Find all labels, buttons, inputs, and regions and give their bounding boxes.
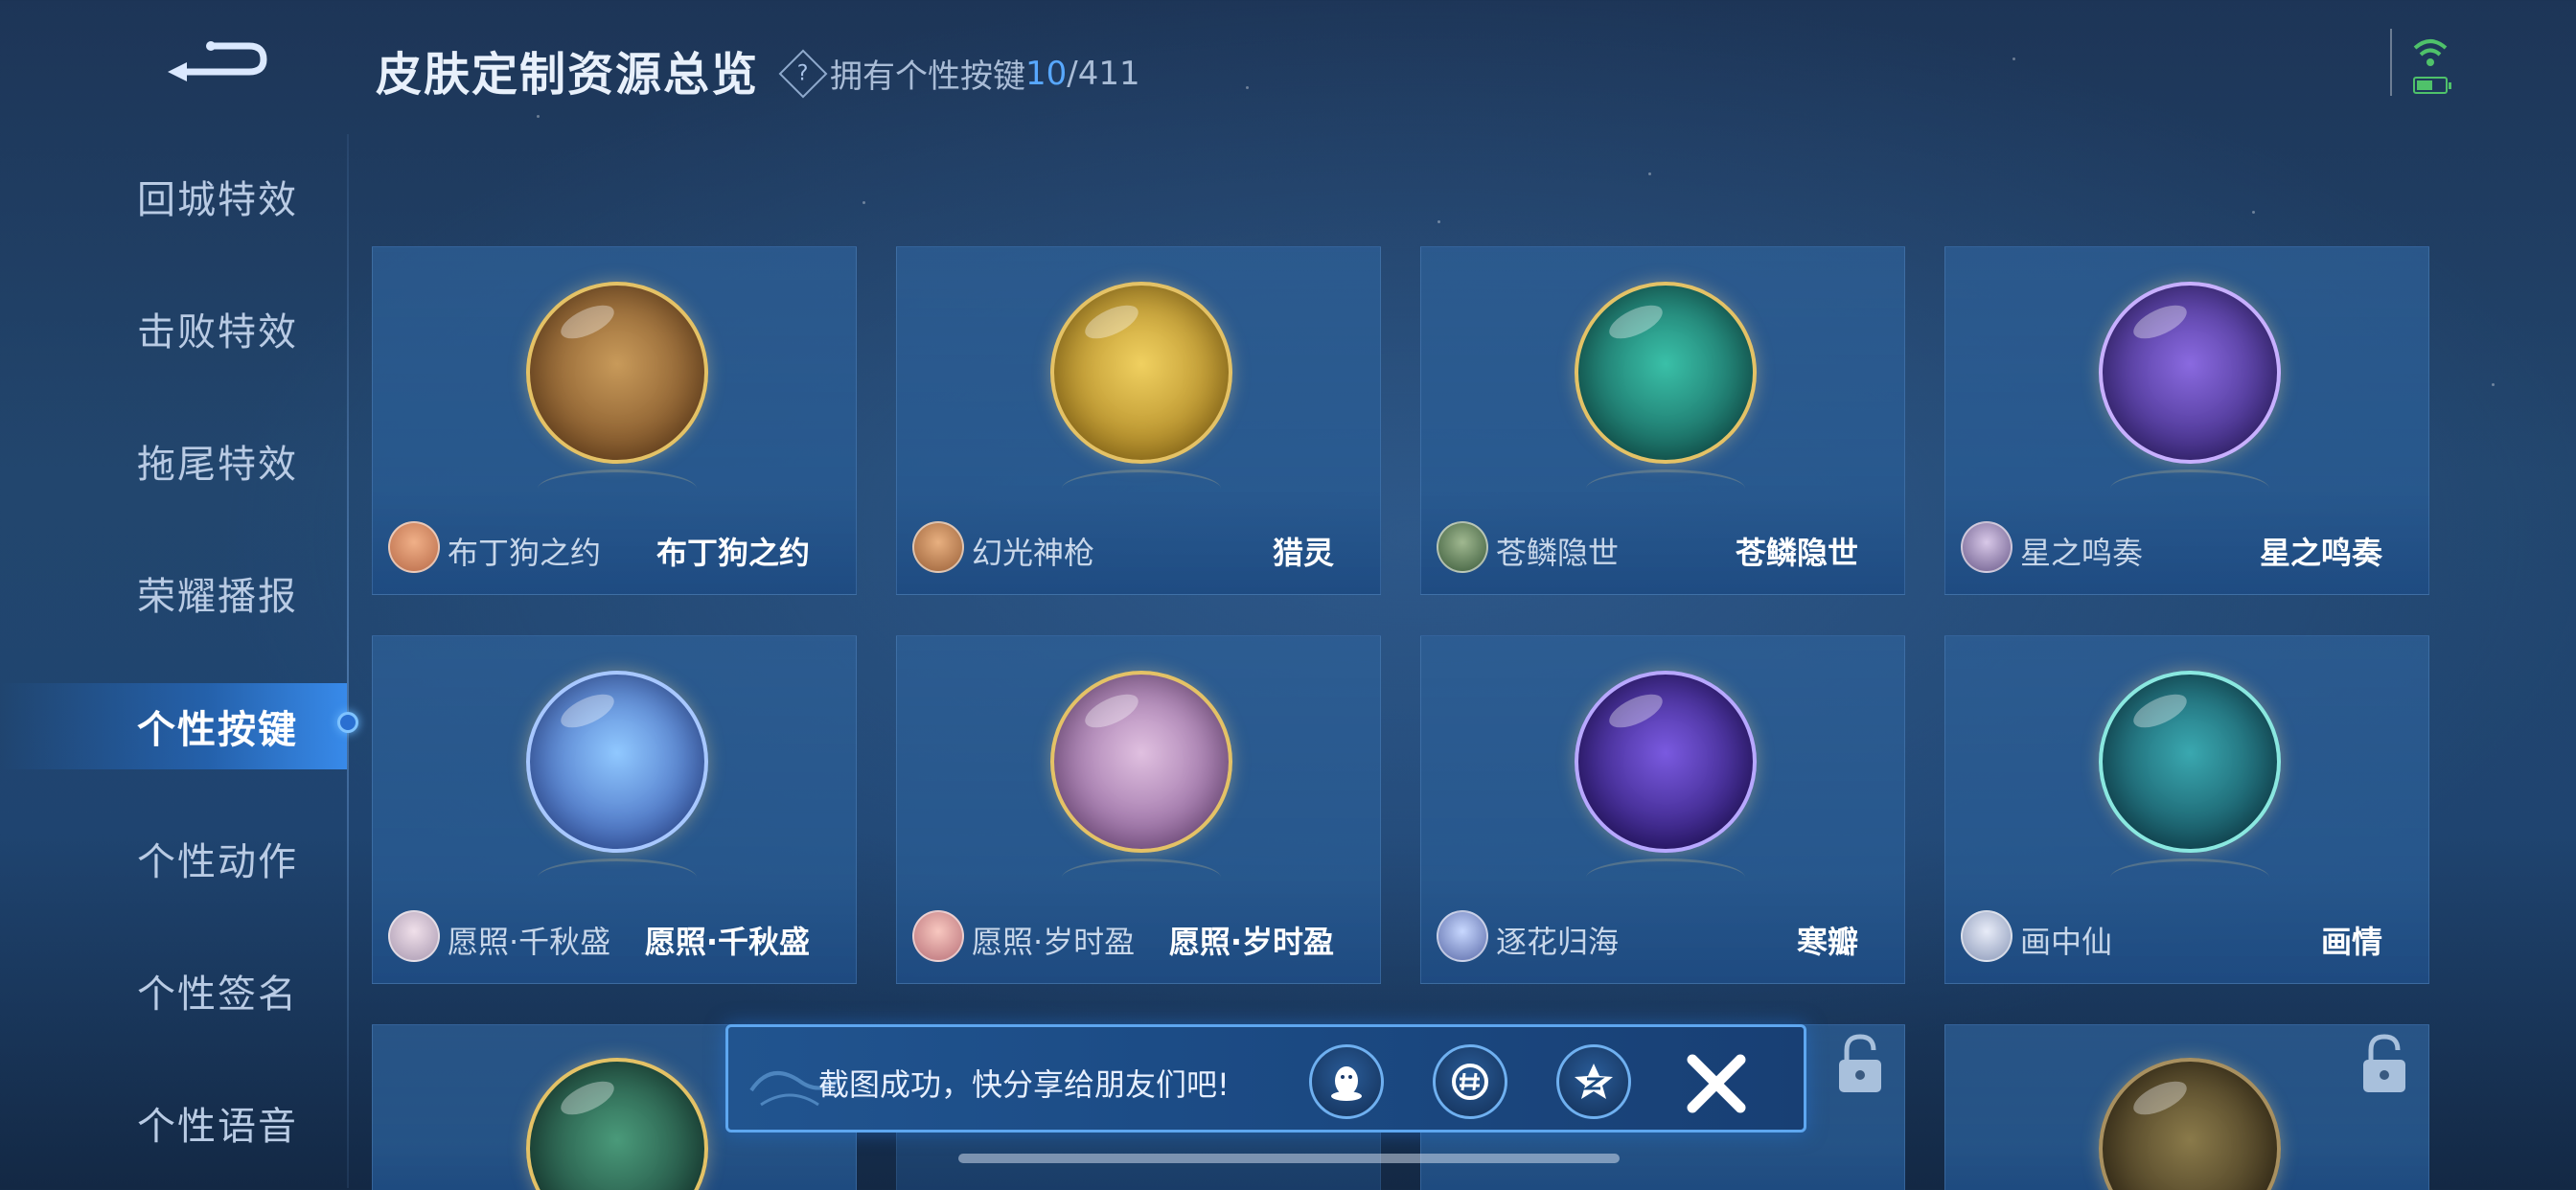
owned-total: /411 <box>1067 54 1140 93</box>
spear-icon <box>1050 282 1232 464</box>
sidebar-item-custom-actions[interactable]: 个性动作 <box>0 815 347 902</box>
avatar <box>912 910 964 962</box>
skin-card[interactable]: 苍鳞隐世 苍鳞隐世 <box>1420 246 1905 595</box>
qq-icon <box>1331 1066 1362 1101</box>
hero-name: 画中仙 <box>2020 924 2113 960</box>
dragon-icon <box>526 1058 708 1190</box>
avatar <box>912 521 964 573</box>
toast-message: 截图成功，快分享给朋友们吧! <box>818 1066 1230 1103</box>
hero-name: 苍鳞隐世 <box>1496 535 1620 571</box>
skin-card[interactable]: 幻光神枪 猎灵 <box>896 246 1381 595</box>
skin-name: 寒瓣 <box>1796 924 1858 960</box>
sidebar-item-recall-effect[interactable]: 回城特效 <box>0 153 347 240</box>
sidebar-item-custom-buttons[interactable]: 个性按键 <box>0 683 347 769</box>
battery-icon <box>2413 77 2451 94</box>
skin-card[interactable]: 布丁狗之约 布丁狗之约 <box>372 246 857 595</box>
hero-name: 幻光神枪 <box>972 535 1095 571</box>
share-qq-button[interactable] <box>1309 1044 1384 1119</box>
skin-name: 愿照·千秋盛 <box>644 924 810 960</box>
skin-name: 猎灵 <box>1272 535 1334 571</box>
skin-name: 愿照·岁时盈 <box>1168 924 1334 960</box>
skin-name: 画情 <box>2320 924 2382 960</box>
skin-card[interactable]: 星之鸣奏 星之鸣奏 <box>1944 246 2429 595</box>
sidebar-item-voice[interactable]: 个性语音 <box>0 1080 347 1166</box>
bow-icon <box>1050 671 1232 853</box>
hero-name: 愿照·岁时盈 <box>972 924 1136 960</box>
screenshot-toast: 截图成功，快分享给朋友们吧! <box>725 1024 1806 1133</box>
active-indicator-icon <box>337 712 358 733</box>
sidebar-divider <box>347 134 349 1188</box>
owned-count: 10 <box>1025 54 1068 93</box>
sidebar-item-trail-effect[interactable]: 拖尾特效 <box>0 418 347 504</box>
back-button[interactable] <box>158 29 273 96</box>
avatar <box>1437 521 1488 573</box>
page-title: 皮肤定制资源总览 <box>376 48 760 102</box>
help-icon[interactable]: ? <box>778 49 828 98</box>
fan-icon <box>2099 671 2281 853</box>
wing-icon <box>1575 282 1757 464</box>
blade-icon <box>1575 671 1757 853</box>
sidebar-item-broadcast[interactable]: 荣耀播报 <box>0 550 347 636</box>
avatar <box>1961 521 2012 573</box>
share-qzone-button[interactable] <box>1556 1044 1631 1119</box>
skin-name: 星之鸣奏 <box>2259 535 2382 571</box>
sidebar-item-kill-effect[interactable]: 击败特效 <box>0 286 347 372</box>
wifi-icon <box>2413 39 2448 66</box>
status-divider <box>2390 29 2392 96</box>
skin-card[interactable]: 愿照·千秋盛 愿照·千秋盛 <box>372 635 857 984</box>
flower-icon <box>526 671 708 853</box>
qzone-icon <box>1575 1064 1613 1099</box>
skin-card[interactable]: 逐花归海 寒瓣 <box>1420 635 1905 984</box>
skin-name: 布丁狗之约 <box>656 535 810 571</box>
hero-name: 逐花归海 <box>1496 924 1620 960</box>
sidebar: 回城特效 击败特效 拖尾特效 荣耀播报 个性按键 个性动作 个性签名 个性语音 <box>0 134 350 1190</box>
skin-card-locked[interactable] <box>1944 1024 2429 1190</box>
share-moments-button[interactable] <box>1433 1044 1507 1119</box>
bow-icon <box>526 282 708 464</box>
owned-counter: ? 拥有个性按键 10/411 <box>778 49 1140 98</box>
home-indicator[interactable] <box>958 1154 1620 1163</box>
back-arrow-icon <box>168 41 267 81</box>
hero-name: 星之鸣奏 <box>2020 535 2144 571</box>
owned-label: 拥有个性按键 <box>830 57 1025 96</box>
avatar <box>1961 910 2012 962</box>
skin-card[interactable]: 画中仙 画情 <box>1944 635 2429 984</box>
star-field <box>0 0 2576 1190</box>
avatar <box>1437 910 1488 962</box>
hero-name: 愿照·千秋盛 <box>448 924 611 960</box>
lock-icon <box>2099 1058 2281 1190</box>
skin-card[interactable]: 愿照·岁时盈 愿照·岁时盈 <box>896 635 1381 984</box>
wechat-moments-icon <box>1452 1064 1488 1100</box>
sidebar-item-signature[interactable]: 个性签名 <box>0 948 347 1034</box>
music-icon <box>2099 282 2281 464</box>
skin-name: 苍鳞隐世 <box>1735 535 1858 571</box>
avatar <box>388 521 440 573</box>
lock-icon <box>1839 1034 1881 1092</box>
lock-icon <box>2363 1034 2405 1092</box>
avatar <box>388 910 440 962</box>
hero-name: 布丁狗之约 <box>448 535 602 571</box>
close-icon[interactable] <box>1683 1050 1750 1117</box>
